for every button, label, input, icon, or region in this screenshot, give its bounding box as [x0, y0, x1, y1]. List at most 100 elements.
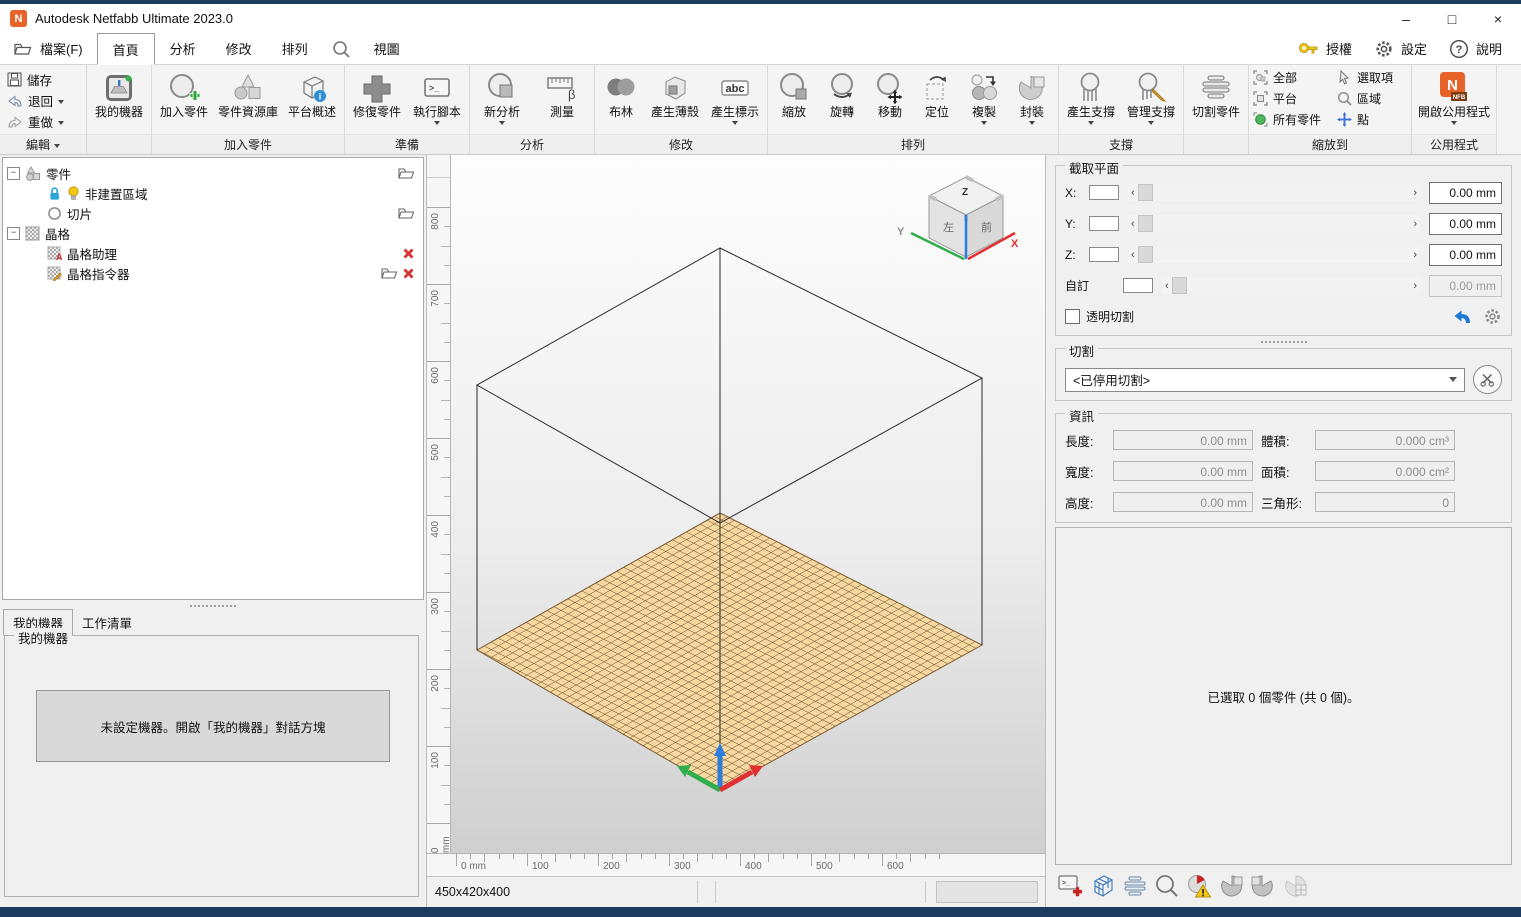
tree-item-lattice[interactable]: − 晶格 — [7, 223, 419, 243]
expander-icon[interactable]: − — [7, 167, 20, 180]
slice-preview-button[interactable] — [1121, 872, 1149, 900]
measure-button[interactable]: β 測量 — [533, 68, 591, 119]
open-folder-icon[interactable] — [381, 267, 398, 280]
open-utility-caret[interactable] — [1451, 121, 1457, 125]
tab-modify[interactable]: 修改 — [211, 33, 267, 64]
save-button[interactable]: 儲存 — [0, 69, 86, 90]
run-script-button[interactable]: >_ 執行腳本 — [408, 68, 466, 125]
delete-x-icon[interactable] — [402, 247, 415, 260]
scale-button[interactable]: 縮放 — [771, 68, 817, 119]
tree-item-slices[interactable]: 切片 — [7, 203, 419, 223]
clip-x-checkbox[interactable] — [1089, 185, 1119, 200]
new-analysis-caret[interactable] — [499, 121, 505, 125]
clip-custom-slider[interactable]: ‹ › — [1162, 277, 1420, 294]
zoom-selection-button[interactable]: 選取項 — [1337, 67, 1407, 88]
close-button[interactable]: × — [1475, 4, 1521, 33]
help-button[interactable]: ? 說明 — [1438, 33, 1513, 64]
tab-view[interactable]: 視圖 — [359, 33, 415, 64]
zoom-all-button[interactable]: 全部 — [1253, 67, 1337, 88]
run-script-caret[interactable] — [434, 121, 440, 125]
open-folder-icon[interactable] — [398, 207, 415, 220]
right-splitter[interactable] — [1055, 336, 1512, 348]
clip-custom-checkbox[interactable] — [1123, 278, 1153, 293]
undo-dropdown-caret[interactable] — [58, 100, 64, 104]
create-support-button[interactable]: 產生支撐 — [1062, 68, 1120, 125]
slider-thumb[interactable] — [1138, 246, 1153, 263]
tree-item-parts[interactable]: − 零件 — [7, 163, 419, 183]
manage-support-button[interactable]: 管理支撐 — [1122, 68, 1180, 125]
tab-home[interactable]: 首頁 — [97, 33, 155, 65]
no-machine-configured-button[interactable]: 未設定機器。開啟「我的機器」對話方塊 — [36, 690, 390, 762]
tree-item-no-build-zone[interactable]: 非建置區域 — [7, 183, 419, 203]
group-label-edit[interactable]: 編輯 — [0, 134, 86, 154]
duplicate-button[interactable]: 複製 — [961, 68, 1007, 125]
file-menu-button[interactable]: 檔案(F) — [0, 33, 97, 64]
tree-item-lattice-commander[interactable]: 晶格指令器 — [7, 263, 419, 283]
pack-caret[interactable] — [1029, 121, 1035, 125]
clip-x-value[interactable]: 0.00 mm — [1429, 182, 1502, 204]
clip-settings-gear-icon[interactable] — [1483, 307, 1502, 326]
clip-z-slider[interactable]: ‹ › — [1128, 246, 1420, 263]
open-utility-button[interactable]: NNFB 開啟公用程式 — [1415, 68, 1493, 125]
lattice-cube-button[interactable] — [1089, 872, 1117, 900]
slider-thumb[interactable] — [1138, 215, 1153, 232]
tab-arrange[interactable]: 排列 — [267, 33, 323, 64]
part-library-button[interactable]: 零件資源庫 — [215, 68, 281, 119]
platform-overview-button[interactable]: i 平台概述 — [283, 68, 341, 119]
delete-x-icon[interactable] — [402, 267, 415, 280]
analysis-warning-button[interactable] — [1185, 872, 1213, 900]
add-part-button[interactable]: 加入零件 — [155, 68, 213, 119]
minimize-button[interactable]: – — [1383, 4, 1429, 33]
create-label-caret[interactable] — [732, 121, 738, 125]
tab-worklist[interactable]: 工作清單 — [73, 610, 141, 635]
new-analysis-button[interactable]: 新分析 — [473, 68, 531, 125]
view-cube[interactable]: 左 前 Z Y X — [891, 169, 1021, 274]
search-button[interactable] — [323, 33, 359, 64]
slider-thumb[interactable] — [1172, 277, 1187, 294]
lightbulb-icon[interactable] — [67, 186, 80, 201]
my-machines-button[interactable]: 我的機器 — [90, 68, 148, 119]
rotate-button[interactable]: 旋轉 — [819, 68, 865, 119]
expander-icon[interactable]: − — [7, 227, 20, 240]
zoom-region-button[interactable]: 區域 — [1337, 88, 1407, 109]
zoom-all-parts-button[interactable]: 所有零件 — [1253, 109, 1337, 130]
settings-button[interactable]: 設定 — [1363, 33, 1438, 64]
license-button[interactable]: 授權 — [1286, 33, 1363, 64]
open-folder-icon[interactable] — [398, 167, 415, 180]
zoom-point-button[interactable]: 點 — [1337, 109, 1407, 130]
repair-part-button[interactable]: 修復零件 — [348, 68, 406, 119]
clip-z-checkbox[interactable] — [1089, 247, 1119, 262]
clip-x-slider[interactable]: ‹ › — [1128, 184, 1420, 201]
cut-select[interactable]: <已停用切割> — [1065, 368, 1465, 392]
cut-parts-button[interactable]: 切割零件 — [1187, 68, 1245, 119]
undo-button[interactable]: 退回 — [0, 90, 86, 111]
tab-analysis[interactable]: 分析 — [155, 33, 211, 64]
redo-dropdown-caret[interactable] — [58, 121, 64, 125]
position-button[interactable]: 定位 — [915, 68, 959, 119]
manage-support-caret[interactable] — [1148, 121, 1154, 125]
boolean-button[interactable]: 布林 — [598, 68, 644, 119]
inspect-part-button[interactable] — [1153, 872, 1181, 900]
reset-undo-icon[interactable] — [1453, 309, 1473, 325]
slider-thumb[interactable] — [1138, 184, 1153, 201]
scene-3d[interactable]: 8007006005004003002001000 mm — [427, 155, 1045, 853]
transparent-cut-checkbox[interactable] — [1065, 309, 1080, 324]
redo-button[interactable]: 重做 — [0, 111, 86, 132]
tree-item-lattice-assistant[interactable]: A 晶格助理 — [7, 243, 419, 263]
move-button[interactable]: 移動 — [867, 68, 913, 119]
script-add-button[interactable]: >_ — [1057, 872, 1085, 900]
new-cut-button[interactable] — [1473, 365, 1502, 394]
clip-y-slider[interactable]: ‹ › — [1128, 215, 1420, 232]
create-label-button[interactable]: abc 產生標示 — [706, 68, 764, 125]
clip-y-value[interactable]: 0.00 mm — [1429, 213, 1502, 235]
duplicate-caret[interactable] — [981, 121, 987, 125]
create-shell-button[interactable]: 產生薄殼 — [646, 68, 704, 119]
clip-z-value[interactable]: 0.00 mm — [1429, 244, 1502, 266]
clip-y-checkbox[interactable] — [1089, 216, 1119, 231]
zoom-platform-button[interactable]: 平台 — [1253, 88, 1337, 109]
rotate-right-button[interactable] — [1249, 872, 1277, 900]
platform-rotate-button[interactable] — [1281, 872, 1309, 900]
pack-button[interactable]: 封裝 — [1009, 68, 1055, 125]
create-support-caret[interactable] — [1088, 121, 1094, 125]
maximize-button[interactable]: □ — [1429, 4, 1475, 33]
